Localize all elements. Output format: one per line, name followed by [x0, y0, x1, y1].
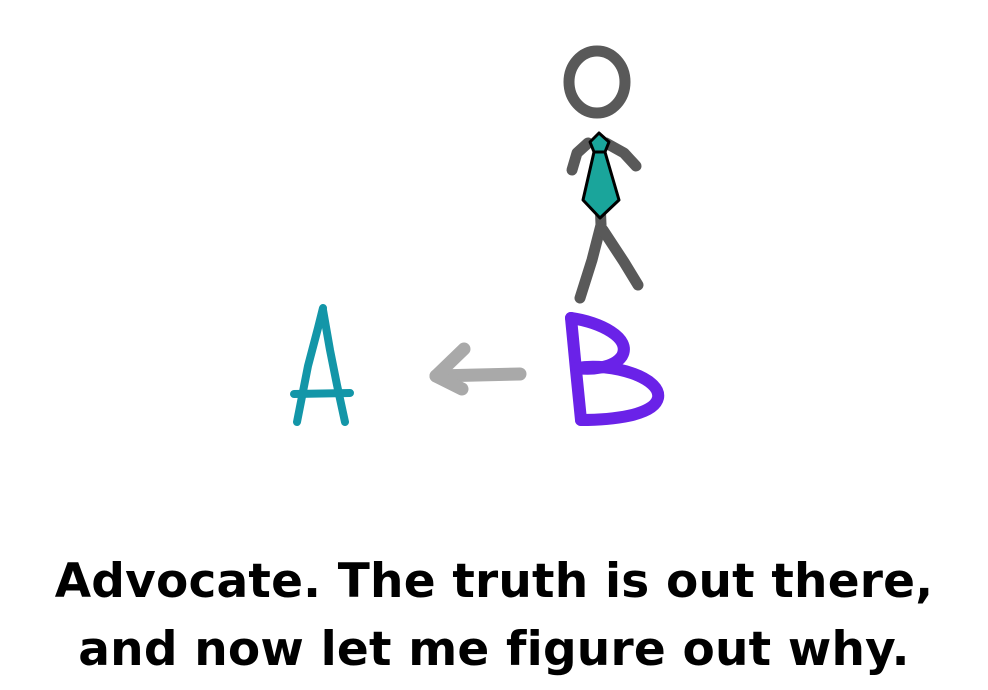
tie-blade	[581, 150, 621, 220]
right-leg	[597, 224, 644, 291]
tie-knot	[588, 131, 611, 154]
right-arm	[600, 137, 642, 172]
caption: Advocate. The truth is out there, and no…	[0, 548, 988, 684]
left-arrow-icon	[429, 342, 527, 396]
caption-line-1: Advocate. The truth is out there,	[54, 554, 934, 609]
left-leg	[574, 219, 607, 304]
head-shape	[563, 45, 631, 119]
left-arm	[566, 137, 594, 176]
letter-b-shape	[565, 312, 665, 426]
caption-line-2: and now let me figure out why.	[78, 622, 910, 677]
letter-a-shape	[290, 304, 354, 426]
